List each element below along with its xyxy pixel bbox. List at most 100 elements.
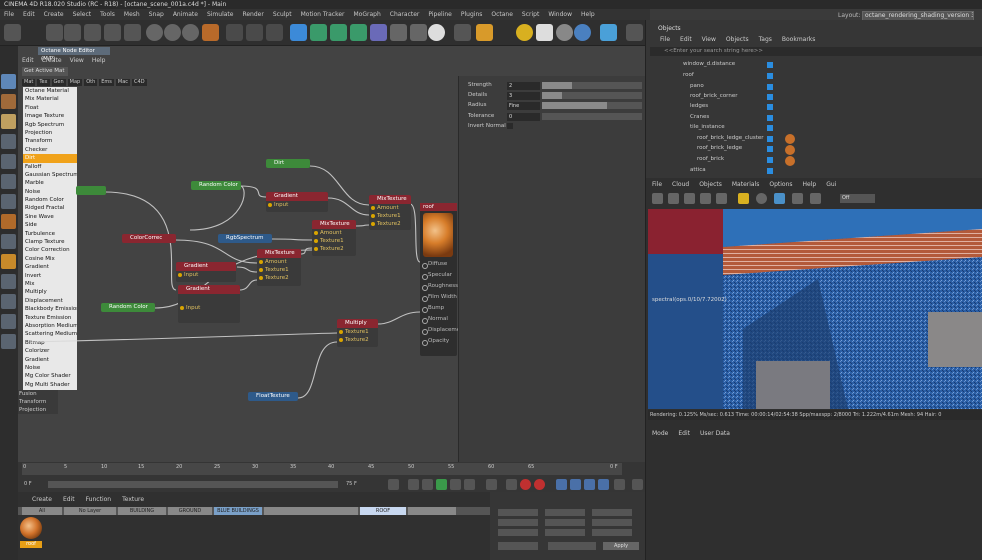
coord-field[interactable] [592,509,632,516]
material-tag-icon[interactable] [785,156,795,166]
visibility-icon[interactable] [767,125,773,131]
material-thumbnail[interactable] [20,517,42,539]
tree-row[interactable]: roof_brick_corner [690,93,737,99]
mm-menu-edit[interactable]: Edit [63,496,75,503]
prev-frame-icon[interactable] [422,479,433,490]
end-frame-field[interactable]: 75 F [346,481,357,487]
attr-strength-slider[interactable] [542,82,642,89]
goto-end-icon[interactable] [486,479,497,490]
port-texture2[interactable]: Texture2 [257,274,301,282]
om-menu-file[interactable]: File [660,36,670,43]
settings-icon[interactable] [716,193,727,204]
attr-tolerance-slider[interactable] [542,113,642,120]
material-tag-icon[interactable] [785,145,795,155]
coord-field[interactable] [498,519,538,526]
tree-row[interactable]: Cranes [690,114,709,120]
visibility-icon[interactable] [767,84,773,90]
coord-field[interactable] [592,519,632,526]
visibility-icon[interactable] [767,115,773,121]
lv-menu-materials[interactable]: Materials [732,181,760,188]
coord-field[interactable] [545,529,585,536]
tree-row[interactable]: tile_instance [690,124,725,130]
visibility-icon[interactable] [767,136,773,142]
stop-render-icon[interactable] [700,193,711,204]
layer-tab[interactable]: No Layer [64,507,116,515]
prev-key-icon[interactable] [408,479,419,490]
channel-dropdown[interactable]: Off [840,194,875,203]
node-multiply[interactable]: Multiply Texture1 Texture2 [337,319,378,347]
layer-tab[interactable]: BUILDING [118,507,166,515]
loop-icon[interactable] [506,479,517,490]
mm-menu-texture[interactable]: Texture [122,496,144,503]
coord-field[interactable] [498,509,538,516]
clay-mode-icon[interactable] [756,193,767,204]
send-scene-icon[interactable] [652,193,663,204]
coord-field[interactable] [592,529,632,536]
node-gradient-2[interactable]: Gradient Input [176,262,236,282]
channel-diffuse[interactable]: Diffuse [420,259,457,270]
lv-menu-help[interactable]: Help [803,181,817,188]
object-search-input[interactable]: <<Enter your search string here>> [650,47,982,56]
timeline-menu-icon[interactable] [632,479,643,490]
attr-radius-slider[interactable] [542,102,642,109]
am-menu-edit[interactable]: Edit [678,430,690,437]
tree-row[interactable]: pano [690,83,704,89]
layer-tab[interactable]: BLUE BUILDINGS [214,507,262,515]
port-texture1[interactable]: Texture1 [337,328,378,336]
port-amount[interactable]: Amount [312,229,356,237]
channel-roughness[interactable]: Roughness [420,281,458,292]
port-texture2[interactable]: Texture2 [337,336,378,344]
frame-range-slider[interactable] [48,481,338,488]
layer-tab[interactable] [408,507,456,515]
lock-icon[interactable] [738,193,749,204]
node-color-correct[interactable]: ColorCorrec [122,234,176,243]
coord-size-dropdown[interactable] [548,542,596,550]
port-texture2[interactable]: Texture2 [312,245,356,253]
port-texture2[interactable]: Texture2 [369,220,411,228]
node-gradient-1[interactable]: Gradient Input [266,192,328,212]
node-random-color-1[interactable]: Random Color [191,181,241,190]
pick-material-icon[interactable] [810,193,821,204]
tree-row[interactable]: roof [683,72,694,78]
lv-menu-gui[interactable]: Gui [826,181,836,188]
visibility-icon[interactable] [767,73,773,79]
channel-opacity[interactable]: Opacity [420,336,457,347]
pause-render-icon[interactable] [684,193,695,204]
channel-normal[interactable]: Normal [420,314,457,325]
goto-start-icon[interactable] [388,479,399,490]
node-rgb-spectrum[interactable]: RgbSpectrum [218,234,272,243]
node-mixtexture-2[interactable]: MixTexture Amount Texture1 Texture2 [312,220,356,256]
port-texture1[interactable]: Texture1 [369,212,411,220]
apply-button[interactable]: Apply [603,542,639,550]
key-param-icon[interactable] [598,479,609,490]
om-menu-objects[interactable]: Objects [726,36,749,43]
material-tag-icon[interactable] [785,134,795,144]
material-name-label[interactable]: roof [20,541,42,548]
port-amount[interactable]: Amount [369,204,411,212]
om-menu-bookmarks[interactable]: Bookmarks [782,36,816,43]
node-random-color-2[interactable]: Random Color [101,303,155,312]
tree-row[interactable]: attica [690,167,706,173]
node-mixtexture-1[interactable]: MixTexture Amount Texture1 Texture2 [369,195,411,230]
visibility-icon[interactable] [767,104,773,110]
visibility-icon[interactable] [767,94,773,100]
layer-tab[interactable]: All [22,507,62,515]
visibility-icon[interactable] [767,62,773,68]
mm-menu-create[interactable]: Create [32,496,52,503]
port-input[interactable]: Input [266,201,328,209]
start-frame-field[interactable]: 0 F [24,481,32,487]
restart-render-icon[interactable] [668,193,679,204]
visibility-icon[interactable] [767,168,773,174]
tree-row[interactable]: roof_brick_ledge_cluster [697,135,764,141]
layer-tab[interactable]: ROOF [360,507,406,515]
lv-menu-file[interactable]: File [652,181,662,188]
lv-menu-objects[interactable]: Objects [699,181,722,188]
key-scale-icon[interactable] [570,479,581,490]
node-mixtexture-3[interactable]: MixTexture Amount Texture1 Texture2 [257,249,301,286]
node-float-texture[interactable]: FloatTexture [248,392,298,401]
next-frame-icon[interactable] [450,479,461,490]
attr-radius-field[interactable]: Fine [507,102,540,110]
port-input[interactable]: Input [176,271,236,279]
autokey-icon[interactable] [534,479,545,490]
port-amount[interactable]: Amount [257,258,301,266]
